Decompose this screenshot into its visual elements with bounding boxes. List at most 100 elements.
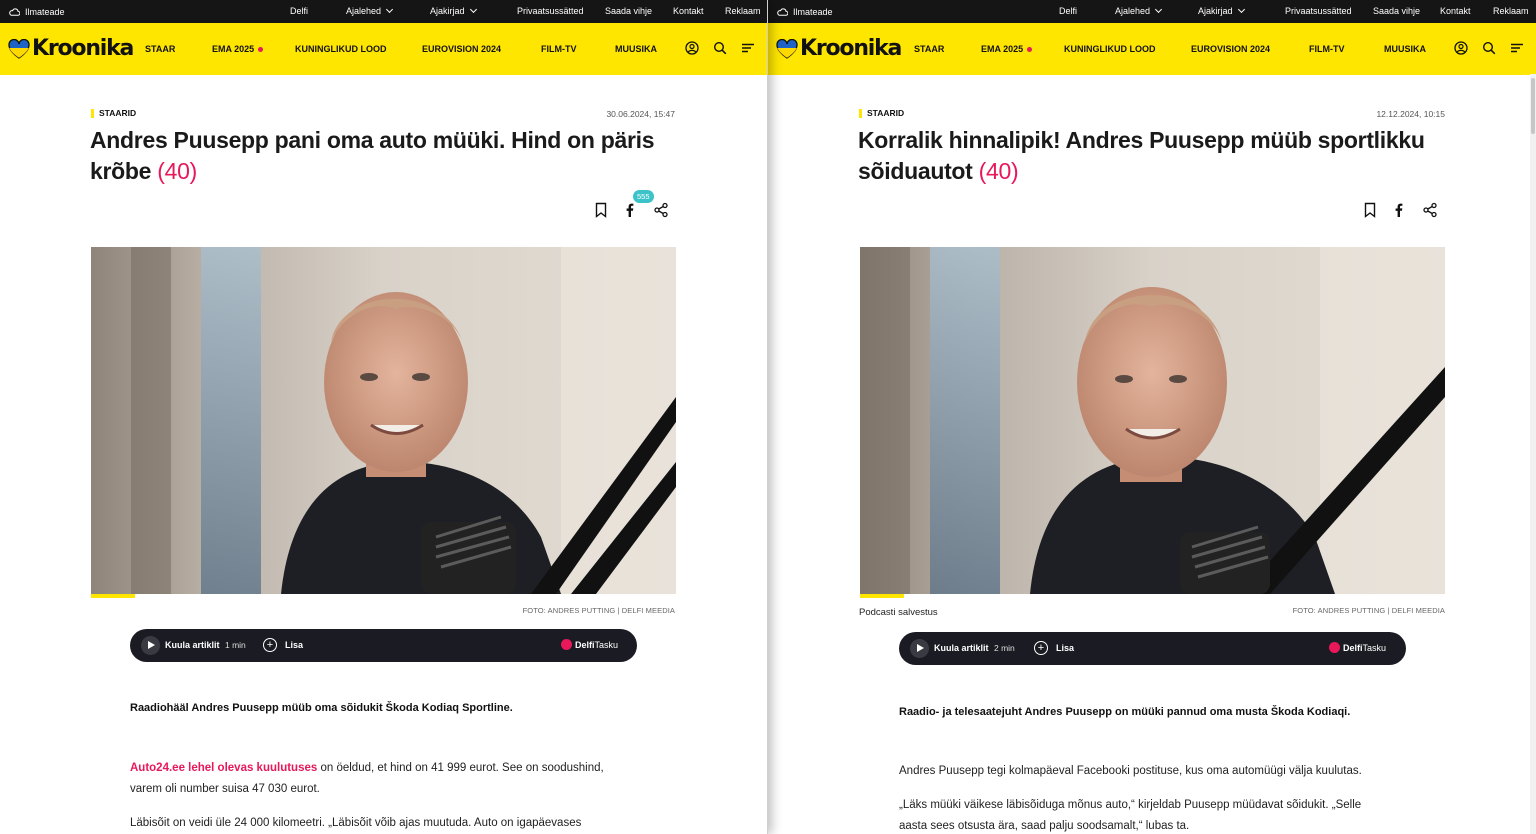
photo-accent-bar (860, 594, 904, 598)
topbar-link-tip[interactable]: Saada vihje (605, 6, 652, 16)
nav-item-staar[interactable]: STAAR (145, 44, 175, 54)
nav-item-music[interactable]: MUUSIKA (615, 44, 657, 54)
menu-icon[interactable] (741, 41, 755, 55)
article-paragraph-1: Andres Puusepp tegi kolmapäeval Facebook… (899, 765, 1362, 777)
chevron-down-icon (1154, 5, 1163, 14)
nav-item-royal[interactable]: KUNINGLIKUD LOOD (295, 44, 387, 54)
logo-text: Kroonika (800, 36, 902, 61)
add-to-list-button[interactable]: Lisa (1056, 643, 1074, 653)
play-icon[interactable] (910, 639, 929, 658)
live-dot (1027, 47, 1033, 53)
section-kicker[interactable]: STAARID (91, 109, 136, 118)
publish-date: 12.12.2024, 10:15 (1376, 109, 1445, 119)
topbar-link-label: Ajakirjad (430, 6, 465, 16)
cloud-icon (777, 7, 788, 16)
topbar-link-label: Ajakirjad (1198, 6, 1233, 16)
tasku-brand-light: Tasku (1362, 643, 1387, 653)
top-utility-bar: Ilmateade Delfi Ajalehed Ajakirjad Priva… (0, 0, 767, 23)
plus-circle-icon[interactable]: + (263, 638, 277, 652)
scrollbar-thumb[interactable] (1531, 78, 1535, 134)
share-icon[interactable] (1422, 202, 1438, 218)
photo-credit: FOTO: ANDRES PUTTING | DELFI MEEDIA (1292, 606, 1445, 615)
page-scrollbar[interactable] (1530, 74, 1536, 834)
logo-text: Kroonika (32, 36, 134, 61)
portrait-image (860, 247, 1445, 594)
nav-item-eurovision[interactable]: EUROVISION 2024 (422, 44, 501, 54)
listen-duration: 2 min (994, 643, 1015, 653)
topbar-link-contact[interactable]: Kontakt (1440, 6, 1471, 16)
topbar-link-delfi[interactable]: Delfi (290, 6, 308, 16)
photo-credit: FOTO: ANDRES PUTTING | DELFI MEEDIA (522, 606, 675, 615)
topbar-link-privacy[interactable]: Privaatsussätted (1285, 6, 1352, 16)
delfi-tasku-link[interactable]: DelfiTasku (575, 640, 618, 650)
play-icon[interactable] (141, 636, 160, 655)
article-photo[interactable] (860, 247, 1445, 594)
nav-item-ema[interactable]: EMA 2025 (212, 44, 264, 54)
menu-icon[interactable] (1510, 41, 1524, 55)
weather-label: Ilmateade (25, 6, 65, 17)
topbar-link-ads[interactable]: Reklaam (725, 6, 761, 16)
share-icon[interactable] (653, 202, 669, 218)
chevron-down-icon (469, 5, 477, 14)
nav-item-film-tv[interactable]: FILM-TV (1309, 44, 1345, 54)
topbar-link-ads[interactable]: Reklaam (1493, 6, 1529, 16)
tasku-icon (561, 639, 572, 650)
user-icon[interactable] (1454, 41, 1468, 55)
cloud-icon (9, 7, 20, 16)
weather-link[interactable]: Ilmateade (777, 7, 833, 17)
search-icon[interactable] (1482, 41, 1496, 55)
facebook-icon[interactable] (622, 202, 638, 218)
listen-label[interactable]: Kuula artiklit (934, 643, 989, 653)
topbar-link-delfi[interactable]: Delfi (1059, 6, 1077, 16)
topbar-link-contact[interactable]: Kontakt (673, 6, 704, 16)
topbar-link-tip[interactable]: Saada vihje (1373, 6, 1420, 16)
top-utility-bar: Ilmateade Delfi Ajalehed Ajakirjad Priva… (768, 0, 1536, 23)
delfi-tasku-link[interactable]: DelfiTasku (1343, 643, 1386, 653)
title-text: Korralik hinnalipik! Andres Puusepp müüb… (858, 127, 1425, 184)
kroonika-logo[interactable]: Kroonika (776, 36, 902, 61)
article-title: Korralik hinnalipik! Andres Puusepp müüb… (858, 125, 1448, 187)
topbar-link-ajalehed[interactable]: Ajalehed (346, 5, 394, 16)
listen-label[interactable]: Kuula artiklit (165, 640, 220, 650)
heart-logo-icon (8, 38, 30, 59)
topbar-link-label: Ajalehed (346, 6, 382, 16)
bookmark-icon[interactable] (1362, 202, 1378, 218)
bookmark-icon[interactable] (593, 202, 609, 218)
nav-item-music[interactable]: MUUSIKA (1384, 44, 1426, 54)
topbar-link-privacy[interactable]: Privaatsussätted (517, 6, 584, 16)
article-lead: Raadio- ja telesaatejuht Andres Puusepp … (899, 706, 1351, 718)
article-paragraph-2: Läbisõit on veidi üle 24 000 kilomeetri.… (130, 817, 582, 829)
nav-item-eurovision[interactable]: EUROVISION 2024 (1191, 44, 1270, 54)
tasku-icon (1329, 642, 1340, 653)
plus-circle-icon[interactable]: + (1034, 641, 1048, 655)
topbar-link-ajakirjad[interactable]: Ajakirjad (1198, 5, 1245, 16)
user-icon[interactable] (685, 41, 699, 55)
tasku-brand-light: Tasku (594, 640, 619, 650)
article-photo[interactable] (91, 247, 676, 594)
left-browser-pane: Ilmateade Delfi Ajalehed Ajakirjad Priva… (0, 0, 768, 834)
share-count-badge: 555 (633, 190, 654, 203)
weather-link[interactable]: Ilmateade (9, 7, 65, 17)
add-to-list-button[interactable]: Lisa (285, 640, 303, 650)
right-browser-pane: Ilmateade Delfi Ajalehed Ajakirjad Priva… (768, 0, 1536, 834)
photo-accent-bar (91, 594, 135, 598)
nav-item-staar[interactable]: STAAR (914, 44, 944, 54)
auto24-link[interactable]: Auto24.ee lehel olevas kuulutuses (130, 762, 317, 774)
nav-item-royal[interactable]: KUNINGLIKUD LOOD (1064, 44, 1156, 54)
article-title: Andres Puusepp pani oma auto müüki. Hind… (90, 125, 680, 187)
nav-item-ema[interactable]: EMA 2025 (981, 44, 1033, 54)
topbar-link-ajalehed[interactable]: Ajalehed (1115, 5, 1163, 16)
nav-item-label: EMA 2025 (212, 44, 255, 54)
topbar-link-ajakirjad[interactable]: Ajakirjad (430, 5, 477, 16)
nav-item-label: EMA 2025 (981, 44, 1024, 54)
search-icon[interactable] (713, 41, 727, 55)
comment-count[interactable]: (40) (979, 158, 1019, 184)
listen-duration: 1 min (225, 640, 246, 650)
article-paragraph-1: Auto24.ee lehel olevas kuulutuses on öel… (130, 758, 620, 800)
section-kicker[interactable]: STAARID (859, 109, 904, 118)
facebook-icon[interactable] (1391, 202, 1407, 218)
kroonika-logo[interactable]: Kroonika (8, 36, 134, 61)
photo-caption: Podcasti salvestus (859, 607, 938, 618)
nav-item-film-tv[interactable]: FILM-TV (541, 44, 577, 54)
comment-count[interactable]: (40) (157, 158, 197, 184)
